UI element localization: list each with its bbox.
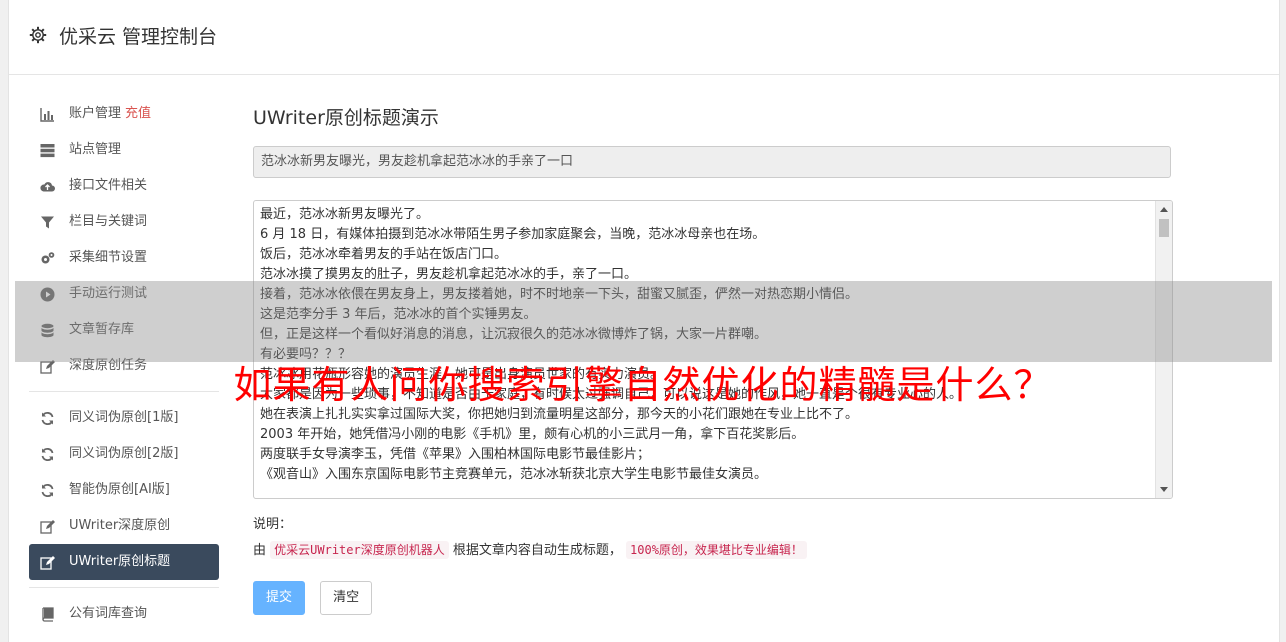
refresh-icon	[41, 411, 54, 426]
bar-chart-icon	[40, 108, 54, 122]
article-line: 6 月 18 日，有媒体拍摄到范冰冰带陌生男子参加家庭聚会，当晚，范冰冰母亲也在…	[260, 227, 766, 242]
sidebar-item-label: 账户管理	[69, 106, 122, 121]
sidebar-item-categories-keywords[interactable]: 栏目与关键词	[29, 204, 219, 240]
page-title: UWriter原创标题演示	[253, 107, 439, 129]
filter-icon	[41, 216, 54, 229]
scroll-down-arrow-icon[interactable]	[1160, 487, 1168, 492]
desc-middle: 根据文章内容自动生成标题，	[452, 543, 622, 558]
sidebar-item-label: 同义词伪原创[2版]	[69, 446, 179, 461]
book-icon	[42, 607, 54, 622]
submit-button[interactable]: 提交	[253, 581, 306, 615]
refresh-icon	[41, 483, 54, 498]
edit-icon	[40, 556, 55, 570]
desc-original-claim: 100%原创，效果堪比专业编辑！	[626, 541, 807, 559]
watermark-band	[15, 281, 1272, 362]
recharge-link[interactable]: 充值	[125, 106, 151, 121]
description-text: 由 优采云UWriter深度原创机器人 根据文章内容自动生成标题， 100%原创…	[253, 539, 1173, 561]
sidebar-item-collect-settings[interactable]: 采集细节设置	[29, 240, 219, 276]
sidebar-divider	[29, 587, 219, 588]
description-label: 说明：	[253, 517, 293, 532]
sidebar-item-uwriter-deep[interactable]: UWriter深度原创	[29, 508, 219, 544]
article-line: 两度联手女导演李玉，凭借《苹果》入围柏林国际电影节最佳影片；	[260, 447, 651, 462]
article-line: 最近，范冰冰新男友曝光了。	[260, 207, 430, 222]
desc-robot-name: 优采云UWriter深度原创机器人	[270, 541, 449, 559]
sidebar-item-label: UWriter原创标题	[69, 554, 171, 569]
desc-prefix: 由	[253, 543, 267, 558]
sidebar-item-label: 智能伪原创[AI版]	[69, 482, 170, 497]
article-line: 2003 年开始，她凭借冯小刚的电影《手机》里，颇有心机的小三武月一角，拿下百花…	[260, 427, 805, 442]
gear-icon	[29, 26, 47, 44]
app-title: 优采云 管理控制台	[59, 26, 218, 48]
sidebar-item-uwriter-title[interactable]: UWriter原创标题	[29, 544, 219, 580]
title-field[interactable]: 范冰冰新男友曝光，男友趁机拿起范冰冰的手亲了一口	[253, 146, 1171, 178]
server-icon	[40, 144, 55, 158]
sidebar-item-label: 接口文件相关	[69, 178, 148, 193]
article-line: 《观音山》入围东京国际电影节主竞赛单元，范冰冰斩获北京大学生电影节最佳女演员。	[260, 467, 768, 482]
header: 优采云 管理控制台	[9, 0, 1279, 75]
form-actions: 提交 清空	[253, 581, 1173, 615]
scroll-up-arrow-icon[interactable]	[1160, 207, 1168, 212]
sidebar-item-label: 站点管理	[69, 142, 122, 157]
sidebar-item-label: 栏目与关键词	[69, 214, 148, 229]
sidebar-item-label: 同义词伪原创[1版]	[69, 410, 179, 425]
scroll-thumb[interactable]	[1159, 219, 1169, 237]
refresh-icon	[41, 447, 54, 462]
sidebar-item-label: 公有词库查询	[69, 606, 148, 621]
clear-button[interactable]: 清空	[320, 581, 373, 615]
sidebar-item-sites[interactable]: 站点管理	[29, 132, 219, 168]
sidebar-item-interface-files[interactable]: 接口文件相关	[29, 168, 219, 204]
sidebar-item-account[interactable]: 账户管理 充值	[29, 96, 219, 132]
sidebar-item-smart-ai[interactable]: 智能伪原创[AI版]	[29, 472, 219, 508]
sidebar-item-label: UWriter深度原创	[69, 518, 171, 533]
edit-icon	[40, 520, 55, 534]
sidebar-item-synonym-v2[interactable]: 同义词伪原创[2版]	[29, 436, 219, 472]
sidebar-item-label: 采集细节设置	[69, 250, 148, 265]
sidebar-item-public-lexicon[interactable]: 公有词库查询	[29, 596, 219, 632]
watermark-headline: 如果有人问你搜索引擎自然优化的精髓是什么？	[233, 363, 1053, 407]
cloud-upload-icon	[40, 182, 55, 192]
cogs-icon	[41, 252, 55, 264]
article-line: 饭后，范冰冰牵着男友的手站在饭店门口。	[260, 247, 508, 262]
